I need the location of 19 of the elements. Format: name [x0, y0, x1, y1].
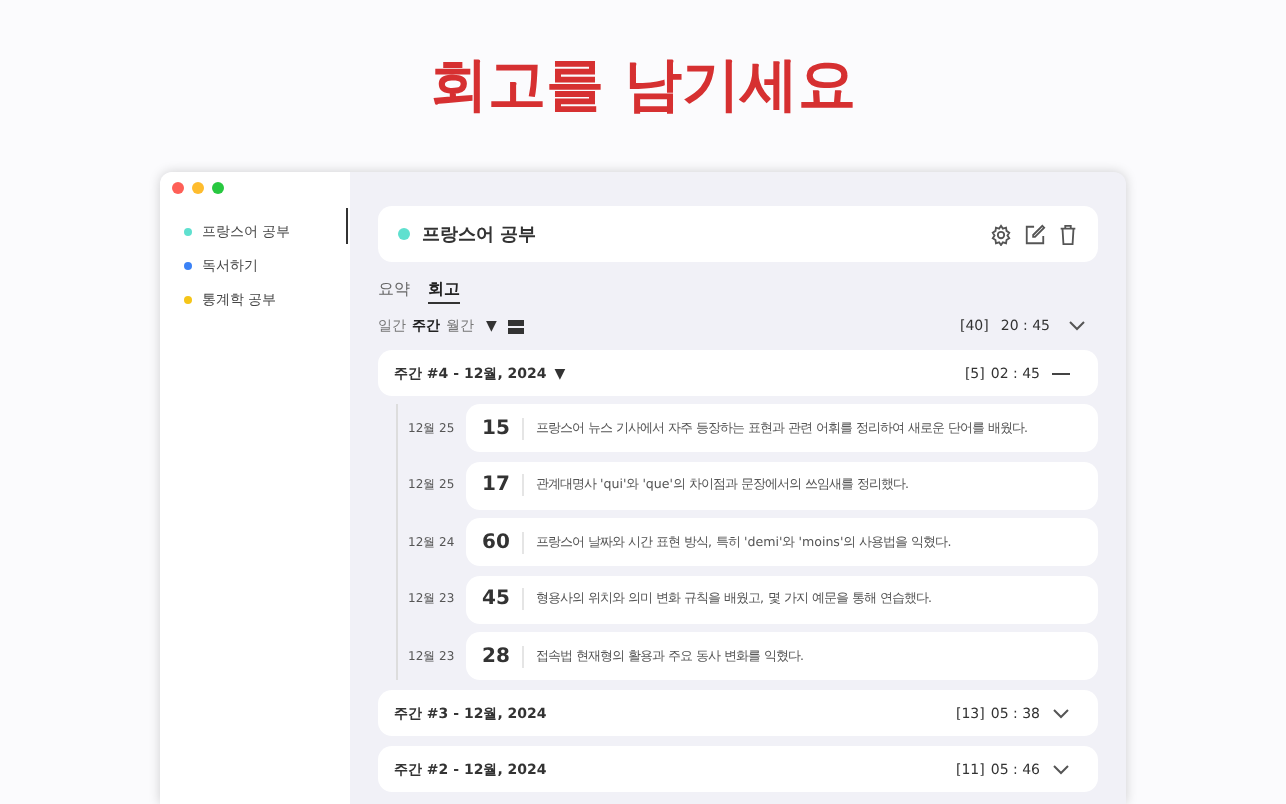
scroll-indicator	[345, 208, 348, 244]
entry-minutes: 60	[482, 531, 524, 553]
trash-icon[interactable]	[1058, 223, 1078, 245]
entry-minutes: 45	[482, 588, 524, 610]
entry-minutes: 15	[482, 417, 524, 439]
entry-minutes: 28	[482, 645, 524, 667]
collapse-icon[interactable]	[1052, 367, 1070, 379]
chevron-down-icon[interactable]	[1052, 707, 1070, 719]
entry-minutes: 17	[482, 474, 524, 496]
chevron-down-icon[interactable]	[1052, 763, 1070, 775]
tab[interactable]: 회고	[428, 278, 460, 304]
close-window-button[interactable]	[172, 182, 184, 194]
chevron-down-icon[interactable]	[1068, 320, 1086, 332]
list-icon[interactable]	[508, 319, 525, 333]
headline: 회고를 남기세요	[429, 48, 857, 122]
settings-icon[interactable]	[990, 223, 1012, 245]
habit-title: 프랑스어 공부	[422, 223, 537, 247]
tab[interactable]: 요약	[378, 278, 410, 302]
edit-icon[interactable]	[1024, 223, 1046, 245]
